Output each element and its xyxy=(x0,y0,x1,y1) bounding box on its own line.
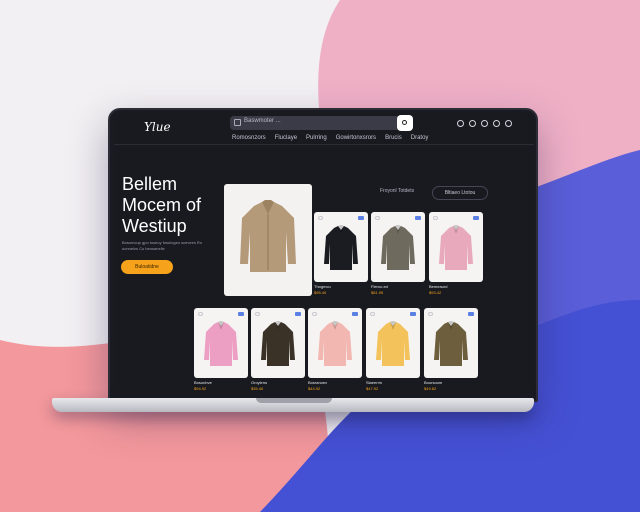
product-price: $94.92 xyxy=(194,386,207,391)
cart-icon[interactable] xyxy=(493,120,500,127)
heart-icon[interactable] xyxy=(370,312,375,316)
product-name[interactable]: Bosunbve xyxy=(194,380,250,385)
product-image xyxy=(318,321,352,366)
header-icons xyxy=(457,120,512,127)
product-price: $49.82 xyxy=(424,386,437,391)
product-image xyxy=(324,225,358,270)
product-name[interactable]: Fleroo.ed xyxy=(371,284,427,289)
heart-icon[interactable] xyxy=(428,312,433,316)
featured-product-card[interactable] xyxy=(224,184,312,296)
product-name[interactable]: Slaeerrin xyxy=(366,380,422,385)
tag-icon xyxy=(358,216,364,220)
product-price: $44.92 xyxy=(308,386,321,391)
filter-pill[interactable]: Bltiaeo Ltotou xyxy=(432,186,488,200)
header-divider xyxy=(114,144,534,145)
heart-icon[interactable] xyxy=(375,216,380,220)
product-card[interactable] xyxy=(429,212,483,282)
product-card[interactable] xyxy=(371,212,425,282)
heart-icon[interactable] xyxy=(255,312,260,316)
shop-now-button[interactable]: Buloatidne xyxy=(121,260,173,274)
user-icon[interactable] xyxy=(469,120,476,127)
nav-item[interactable]: Gowirtonxsrors xyxy=(336,135,376,141)
product-name[interactable]: Bosranoex xyxy=(308,380,364,385)
product-card[interactable] xyxy=(314,212,368,282)
product-price: $93.42 xyxy=(429,290,442,295)
filter-label[interactable]: Froyonl Totdets xyxy=(380,188,414,194)
heart-icon[interactable] xyxy=(312,312,317,316)
product-card[interactable] xyxy=(251,308,305,378)
product-card[interactable] xyxy=(424,308,478,378)
tag-icon xyxy=(352,312,358,316)
search-button[interactable] xyxy=(397,115,413,131)
nav-item[interactable]: Fluclaye xyxy=(275,135,297,141)
product-name[interactable]: Boursoom xyxy=(424,380,480,385)
search-bar[interactable]: Baswmoter ... xyxy=(230,115,413,131)
tag-icon xyxy=(410,312,416,316)
product-price: $47.92 xyxy=(366,386,379,391)
product-price: $95.40 xyxy=(314,290,327,295)
product-price: $81.95 xyxy=(371,290,384,295)
product-name[interactable]: Thogmcu xyxy=(314,284,370,289)
heart-icon[interactable] xyxy=(198,312,203,316)
main-nav: Romosnzors Fluclaye Pulrring Gowirtonxsr… xyxy=(232,135,428,141)
nav-item[interactable]: Brucis xyxy=(385,135,402,141)
menu-icon[interactable] xyxy=(505,120,512,127)
wishlist-icon[interactable] xyxy=(481,120,488,127)
hero-subtitle: Bosomcup gpo tuseoy fosulogeo scevees Ro… xyxy=(122,240,203,251)
heart-icon[interactable] xyxy=(433,216,438,220)
brand-logo[interactable]: Ylue xyxy=(144,120,171,134)
product-image xyxy=(439,225,473,270)
tag-icon xyxy=(295,312,301,316)
heart-icon[interactable] xyxy=(318,216,323,220)
laptop-notch xyxy=(256,398,332,403)
product-name[interactable]: Groylens xyxy=(251,380,307,385)
featured-jacket-image xyxy=(240,200,296,272)
tag-icon xyxy=(238,312,244,316)
product-price: $35.40 xyxy=(251,386,264,391)
category-icon xyxy=(234,119,241,126)
product-image xyxy=(376,321,410,366)
search-icon[interactable] xyxy=(457,120,464,127)
shop-screen: Ylue Baswmoter ... Romosnzors Fluclaye P… xyxy=(114,112,534,394)
product-image xyxy=(204,321,238,366)
search-input[interactable]: Baswmoter ... xyxy=(244,118,281,124)
tag-icon xyxy=(415,216,421,220)
product-card[interactable] xyxy=(308,308,362,378)
tag-icon xyxy=(468,312,474,316)
product-name[interactable]: Bemeaurd xyxy=(429,284,485,289)
nav-item[interactable]: Dratoy xyxy=(411,135,429,141)
product-image xyxy=(261,321,295,366)
product-image xyxy=(381,225,415,270)
product-image xyxy=(434,321,468,366)
search-icon xyxy=(402,120,407,125)
product-card[interactable] xyxy=(194,308,248,378)
nav-item[interactable]: Romosnzors xyxy=(232,135,266,141)
product-card[interactable] xyxy=(366,308,420,378)
nav-item[interactable]: Pulrring xyxy=(306,135,327,141)
tag-icon xyxy=(473,216,479,220)
